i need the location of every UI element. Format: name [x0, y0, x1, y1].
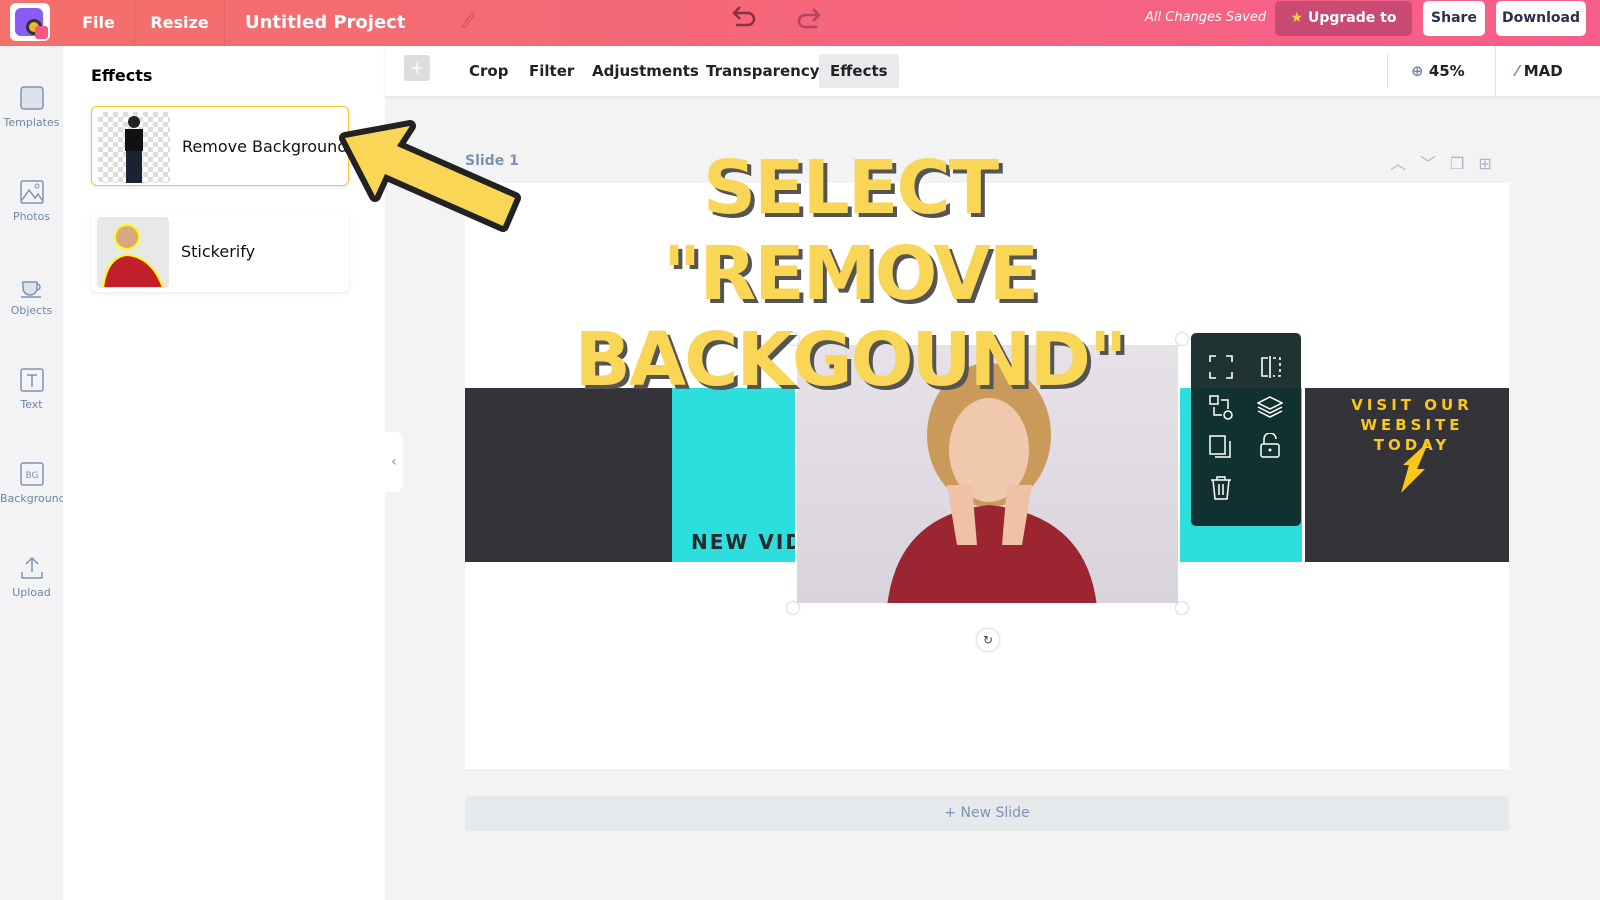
tab-transparency[interactable]: Transparency: [695, 54, 831, 88]
undo-icon[interactable]: [730, 5, 758, 29]
svg-text:BG: BG: [25, 471, 38, 481]
sidebar-item-upload[interactable]: Upload: [0, 556, 63, 599]
panel-title: Effects: [91, 66, 153, 85]
magic-label: MAD: [1523, 62, 1563, 80]
sidebar-item-text[interactable]: Text: [0, 368, 63, 411]
sidebar-item-photos[interactable]: Photos: [0, 180, 63, 223]
arrow-down-left-icon: [1401, 441, 1429, 493]
effect-remove-background[interactable]: Remove Background: [91, 106, 349, 186]
file-menu[interactable]: File: [63, 0, 135, 46]
pencil-icon[interactable]: [460, 10, 476, 28]
share-button[interactable]: Share: [1423, 1, 1485, 36]
card-label: Stickerify: [181, 242, 256, 261]
unlock-icon[interactable]: [1259, 433, 1281, 459]
save-status: All Changes Saved: [1145, 10, 1267, 25]
upgrade-button[interactable]: ★ Upgrade to pro: [1275, 1, 1412, 61]
top-bar: File Resize Untitled Project All Changes…: [0, 0, 1600, 61]
move-down-icon[interactable]: ﹀: [1420, 154, 1450, 173]
sidebar-item-templates[interactable]: Templates: [0, 86, 63, 129]
project-title[interactable]: Untitled Project: [245, 0, 405, 46]
tab-filter[interactable]: Filter: [518, 54, 585, 88]
photos-icon: [19, 180, 44, 204]
sidebar-label: Templates: [3, 116, 60, 129]
card-label: Remove Background: [182, 137, 348, 156]
sidebar-label: Objects: [10, 304, 53, 317]
annotation-arrow-icon: [339, 120, 521, 232]
app-logo[interactable]: [10, 3, 50, 41]
sidebar-label: Background: [0, 492, 66, 505]
redo-icon[interactable]: [795, 7, 823, 31]
star-icon: ★: [1290, 10, 1304, 26]
new-slide-button[interactable]: + New Slide: [465, 796, 1509, 831]
fullscreen-icon[interactable]: [1209, 355, 1233, 379]
zoom-level: 45%: [1428, 62, 1465, 80]
sidebar-item-objects[interactable]: Objects: [0, 274, 63, 317]
sidebar-label: Upload: [12, 586, 51, 599]
download-button[interactable]: Download: [1496, 1, 1586, 36]
duplicate-slide-icon[interactable]: ❐: [1450, 154, 1478, 173]
text-icon: [19, 368, 44, 392]
resize-menu[interactable]: Resize: [135, 0, 225, 46]
layers-icon[interactable]: [1257, 395, 1283, 419]
context-menu: [1191, 333, 1301, 526]
templates-icon: [19, 86, 44, 110]
sidebar-label: Photos: [12, 210, 51, 223]
add-button[interactable]: +: [404, 55, 430, 81]
sidebar: Templates Photos Objects Text BG Backgrou…: [0, 46, 66, 900]
effect-stickerify[interactable]: Stickerify: [91, 212, 349, 292]
sidebar-label: Text: [20, 398, 43, 411]
rotate-handle[interactable]: ↻: [977, 629, 999, 651]
replace-icon[interactable]: [1209, 395, 1233, 421]
image-toolbar: + Crop Filter Adjustments Transparency E…: [385, 46, 1600, 96]
zoom-control[interactable]: ⊕ 45%: [1400, 54, 1476, 88]
move-up-icon[interactable]: ︿: [1390, 154, 1420, 173]
collapse-panel-button[interactable]: ‹: [385, 432, 403, 492]
remove-bg-thumbnail: [98, 112, 170, 183]
magic-wand-icon: ⁄: [1516, 62, 1519, 80]
tab-effects[interactable]: Effects: [819, 54, 899, 88]
zoom-in-icon: ⊕: [1411, 62, 1424, 80]
slide-controls: ︿﹀❐⊞: [1390, 150, 1506, 174]
sidebar-item-background[interactable]: BG Background: [0, 462, 66, 505]
stickerify-thumbnail: [97, 217, 169, 288]
add-slide-icon[interactable]: ⊞: [1478, 154, 1505, 173]
dark-band-left: [465, 388, 675, 562]
flip-icon[interactable]: [1259, 355, 1283, 379]
tab-adjustments[interactable]: Adjustments: [581, 54, 710, 88]
magic-button[interactable]: ⁄ MAD: [1505, 54, 1574, 88]
annotation-headline: SELECT "REMOVE BACKGOUND": [574, 145, 1128, 403]
delete-icon[interactable]: [1210, 475, 1232, 501]
duplicate-icon[interactable]: [1209, 435, 1233, 461]
tab-crop[interactable]: Crop: [458, 54, 519, 88]
upload-icon: [20, 556, 43, 579]
background-icon: BG: [19, 462, 44, 486]
objects-icon: [20, 281, 41, 298]
